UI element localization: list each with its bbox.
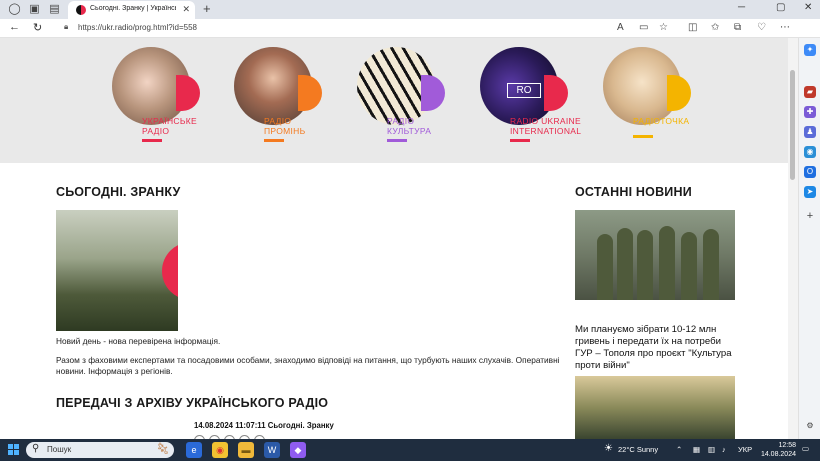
favorites-icon[interactable]: ✩ [711,22,719,33]
station-radio-ukraine-international[interactable]: RO RADIO UKRAINE INTERNATIONAL [480,47,581,152]
photo-figure [637,230,653,300]
stations-strip: УКРАЇНСЬКЕ РАДІО РАДІО ПРОМІНЬ РАДІО КУЛ… [0,38,788,163]
games-icon[interactable]: ♟ [804,126,816,138]
page-scrollbar[interactable] [788,38,798,439]
photo-figure [597,234,613,300]
browser-essentials-icon[interactable]: ♡ [757,22,766,33]
shopping-icon[interactable]: ▰ [804,86,816,98]
photo-accent-arc [162,242,178,300]
profile-icon[interactable]: ◯ [8,3,21,16]
station-label: УКРАЇНСЬКЕ РАДІО [142,116,197,136]
send-icon[interactable]: ➤ [804,186,816,198]
network-icon[interactable]: ▥ [708,445,715,454]
station-label: РАДІО КУЛЬТУРА [387,116,432,136]
program-photo [56,210,178,331]
chrome-app-icon[interactable]: ◉ [212,442,228,458]
search-highlight-icon: 🦎︎ [156,443,170,455]
station-label: RADIO UKRAINE INTERNATIONAL [510,116,582,136]
station-radio-promin[interactable]: РАДІО ПРОМІНЬ [234,47,324,152]
search-placeholder: Пошук [47,445,72,454]
browser-toolbar: ← ↻ 🔒︎ https://ukr.radio/prog.html?id=55… [0,19,820,38]
station-accent-arc [421,75,445,111]
windows-start-icon[interactable] [8,444,20,456]
scrollbar-thumb[interactable] [790,70,795,180]
news-photo[interactable] [575,376,735,439]
photo-figure [681,232,697,300]
station-underline [142,139,162,142]
taskbar-search[interactable]: ⚲ Пошук 🦎︎ [26,442,174,458]
add-sidebar-icon[interactable]: + [804,210,816,222]
station-underline [264,139,284,142]
maximize-icon[interactable]: ▢ [776,2,785,13]
tools-icon[interactable]: ✚ [804,106,816,118]
back-arrow-icon[interactable]: ← [9,21,20,33]
page-title: СЬОГОДНІ. ЗРАНКУ [56,185,181,199]
clock-date: 14.08.2024 [760,451,796,458]
station-radio-kultura[interactable]: РАДІО КУЛЬТУРА [357,47,447,152]
news-photo[interactable] [575,210,735,300]
copilot-icon[interactable]: ✦ [804,44,816,56]
ukr-radio-favicon-icon [76,5,86,15]
station-label: РАДІО ПРОМІНЬ [264,116,306,136]
tray-app-icon[interactable]: ▦ [693,445,700,454]
photo-figure [659,226,675,300]
weather-icon: ☀ [604,443,613,454]
office-icon[interactable]: ◉ [804,146,816,158]
word-app-icon[interactable]: W [264,442,280,458]
station-accent-arc [667,75,691,111]
latest-news-heading: ОСТАННІ НОВИНИ [575,185,692,199]
station-label: РАДІОТОЧКА [633,116,690,126]
tab-title: Сьогодні. Зранку | Український р [90,5,176,12]
outlook-icon[interactable]: O [804,166,816,178]
station-ro-badge: RO [507,83,541,98]
weather-text[interactable]: 22°C Sunny [618,445,658,454]
station-radiotochka[interactable]: РАДІОТОЧКА [603,47,693,152]
workspaces-icon[interactable]: ▣ [28,3,41,16]
sidebar-settings-icon[interactable]: ⚙ [804,420,816,432]
browser-sidebar: ✦ ▰ ✚ ♟ ◉ O ➤ + ⚙ [798,38,820,439]
volume-icon[interactable]: ♪ [722,445,726,454]
edge-app-icon[interactable]: e [186,442,202,458]
browser-tab-strip: ◯ ▣ ▤ Сьогодні. Зранку | Український р ✕… [0,0,820,19]
station-accent-arc [544,75,568,111]
search-icon: ⚲ [32,443,40,454]
refresh-icon[interactable]: ↻ [33,21,42,34]
station-underline [387,139,407,142]
favorite-star-icon[interactable]: ☆ [659,22,668,33]
new-tab-button[interactable]: + [203,1,211,16]
clock-time: 12:58 [778,442,796,449]
photo-figure [703,229,719,300]
split-screen-icon[interactable]: ◫ [688,22,697,33]
station-underline [633,135,653,138]
app-icon[interactable]: ◆ [290,442,306,458]
minimize-icon[interactable]: ─ [738,2,745,13]
station-ukrainian-radio[interactable]: УКРАЇНСЬКЕ РАДІО [112,47,202,152]
close-tab-icon[interactable]: ✕ [182,4,190,15]
windows-taskbar: ⚲ Пошук 🦎︎ e ◉ ▬ W ◆ ☀ 22°C Sunny ⌃ ▦ ▥ … [0,439,820,461]
station-accent-arc [176,75,200,111]
read-aloud-icon[interactable]: A [617,22,624,33]
more-options-icon[interactable]: ⋯ [780,22,790,33]
archive-heading: ПЕРЕДАЧІ З АРХІВУ УКРАЇНСЬКОГО РАДІО [56,396,329,410]
tab-actions-icon[interactable]: ▤ [48,3,61,16]
reader-view-icon[interactable]: ▭ [639,22,648,33]
station-underline [510,139,530,142]
lock-icon: 🔒︎ [64,22,69,31]
taskbar-clock[interactable]: 12:58 14.08.2024 [760,441,796,459]
collections-icon[interactable]: ⧉ [734,22,741,33]
news-headline-link[interactable]: Ми плануємо зібрати 10-12 млн гривень і … [575,324,740,372]
notifications-icon[interactable]: ▭ [802,444,809,453]
program-paragraph: Разом з фаховими експертами та посадовим… [56,355,560,376]
address-bar[interactable]: 🔒︎ https://ukr.radio/prog.html?id=558 [56,21,676,36]
tray-chevron-icon[interactable]: ⌃ [676,445,682,454]
active-tab[interactable]: Сьогодні. Зранку | Український р ✕ [68,1,195,19]
language-indicator[interactable]: УКР [738,445,752,454]
archive-item-title[interactable]: 14.08.2024 11:07:11 Сьогодні. Зранку [194,421,334,430]
close-window-icon[interactable]: ✕ [804,2,812,13]
photo-figure [617,228,633,300]
url-text: https://ukr.radio/prog.html?id=558 [78,23,197,32]
station-accent-arc [298,75,322,111]
file-explorer-icon[interactable]: ▬ [238,442,254,458]
program-description: Новий день - нова перевірена інформація. [56,336,221,346]
